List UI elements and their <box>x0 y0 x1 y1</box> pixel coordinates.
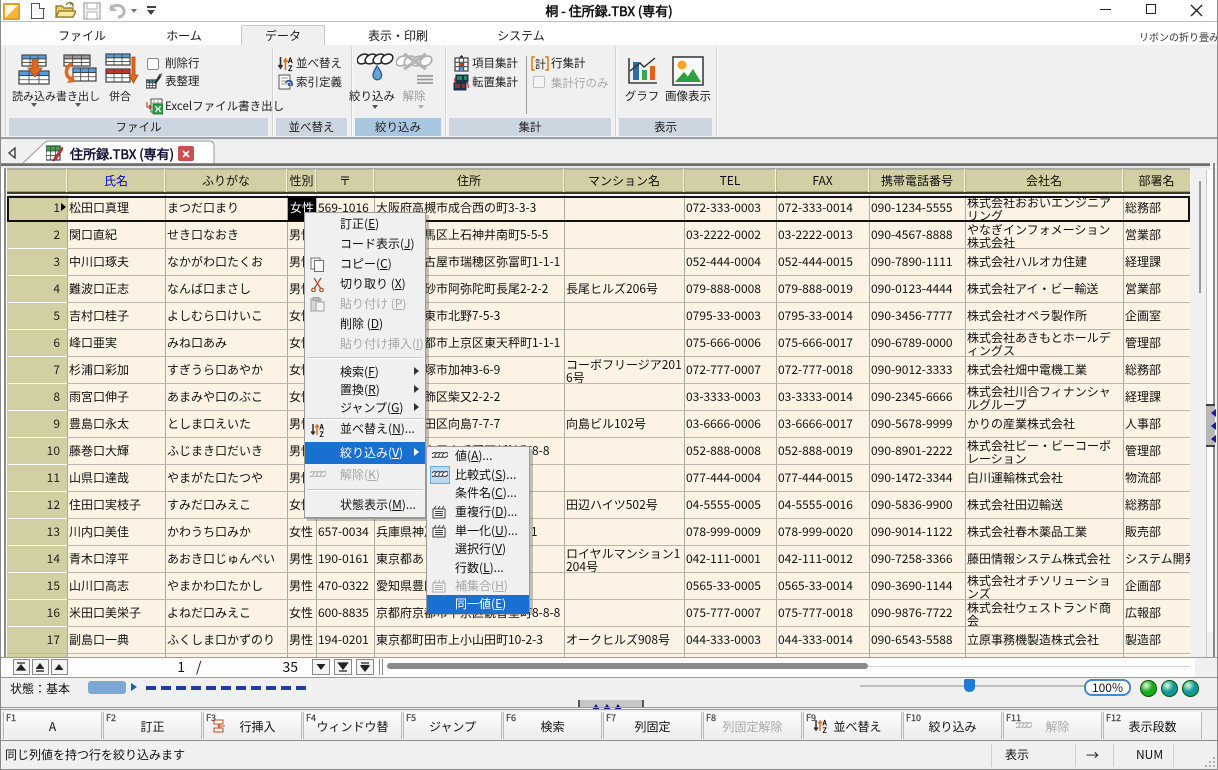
svg-text:Z: Z <box>288 63 293 72</box>
svg-text:計: 計 <box>535 56 546 72</box>
